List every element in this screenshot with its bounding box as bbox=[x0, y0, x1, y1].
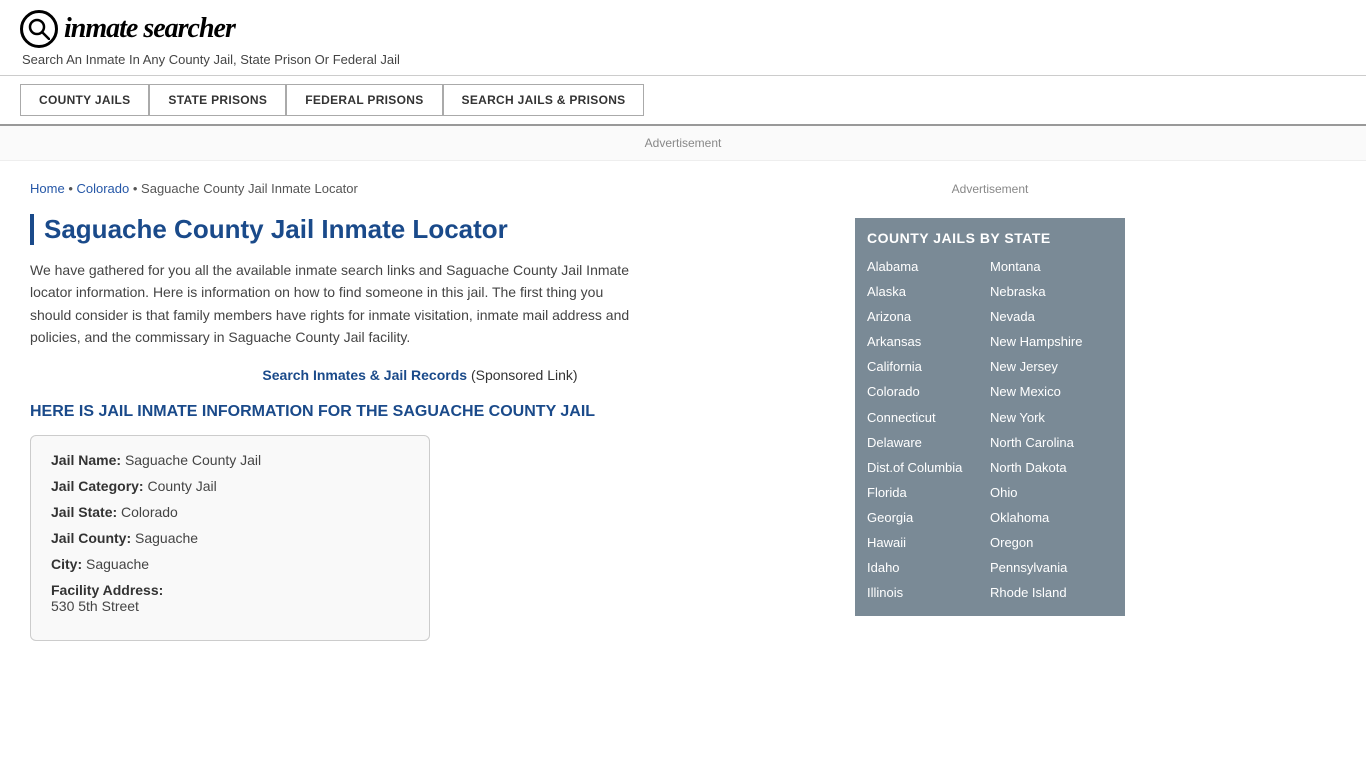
state-link[interactable]: New Mexico bbox=[990, 381, 1113, 403]
state-link[interactable]: North Dakota bbox=[990, 457, 1113, 479]
state-link[interactable]: New Jersey bbox=[990, 356, 1113, 378]
jail-state-row: Jail State: Colorado bbox=[51, 504, 409, 520]
breadcrumb-home[interactable]: Home bbox=[30, 181, 65, 196]
state-link[interactable]: New Hampshire bbox=[990, 331, 1113, 353]
jail-city-label: City: bbox=[51, 556, 82, 572]
description-text: We have gathered for you all the availab… bbox=[30, 259, 630, 349]
jail-address-label: Facility Address: bbox=[51, 582, 163, 598]
logo-area: inmate searcher bbox=[20, 10, 1346, 48]
info-heading: HERE IS JAIL INMATE INFORMATION FOR THE … bbox=[30, 403, 810, 421]
state-link[interactable]: Arkansas bbox=[867, 331, 990, 353]
jail-name-val: Saguache County Jail bbox=[125, 452, 261, 468]
navigation: COUNTY JAILS STATE PRISONS FEDERAL PRISO… bbox=[0, 76, 1366, 126]
state-link[interactable]: Alaska bbox=[867, 281, 990, 303]
jail-state-label: Jail State: bbox=[51, 504, 117, 520]
jail-address-row: Facility Address: 530 5th Street bbox=[51, 582, 409, 614]
nav-buttons: COUNTY JAILS STATE PRISONS FEDERAL PRISO… bbox=[20, 84, 1346, 116]
state-link[interactable]: Oregon bbox=[990, 532, 1113, 554]
state-link[interactable]: Delaware bbox=[867, 432, 990, 454]
state-link[interactable]: Idaho bbox=[867, 557, 990, 579]
state-link[interactable]: New York bbox=[990, 407, 1113, 429]
jail-name-label: Jail Name: bbox=[51, 452, 121, 468]
state-link[interactable]: Oklahoma bbox=[990, 507, 1113, 529]
state-link[interactable]: Ohio bbox=[990, 482, 1113, 504]
state-link[interactable]: Dist.of Columbia bbox=[867, 457, 990, 479]
logo-text: inmate searcher bbox=[64, 13, 235, 45]
sponsored-label: (Sponsored Link) bbox=[471, 367, 578, 383]
jail-category-row: Jail Category: County Jail bbox=[51, 478, 409, 494]
page-title: Saguache County Jail Inmate Locator bbox=[30, 214, 810, 245]
nav-federal-prisons[interactable]: FEDERAL PRISONS bbox=[286, 84, 442, 116]
nav-search-jails[interactable]: SEARCH JAILS & PRISONS bbox=[443, 84, 645, 116]
content-area: Home • Colorado • Saguache County Jail I… bbox=[0, 161, 840, 661]
jail-name-row: Jail Name: Saguache County Jail bbox=[51, 452, 409, 468]
state-link[interactable]: Colorado bbox=[867, 381, 990, 403]
jail-county-row: Jail County: Saguache bbox=[51, 530, 409, 546]
jail-address-value: 530 5th Street bbox=[51, 598, 409, 614]
jail-state-val: Colorado bbox=[121, 504, 178, 520]
state-link[interactable]: Hawaii bbox=[867, 532, 990, 554]
logo-icon bbox=[20, 10, 58, 48]
right-state-col: Montana Nebraska Nevada New Hampshire New Je… bbox=[990, 256, 1113, 604]
nav-state-prisons[interactable]: STATE PRISONS bbox=[149, 84, 286, 116]
state-link[interactable]: North Carolina bbox=[990, 432, 1113, 454]
sponsored-link[interactable]: Search Inmates & Jail Records bbox=[262, 367, 467, 383]
state-link[interactable]: Nevada bbox=[990, 306, 1113, 328]
tagline: Search An Inmate In Any County Jail, Sta… bbox=[22, 52, 1346, 67]
sponsored-link-area: Search Inmates & Jail Records (Sponsored… bbox=[30, 367, 810, 383]
breadcrumb: Home • Colorado • Saguache County Jail I… bbox=[30, 181, 810, 196]
state-link[interactable]: Connecticut bbox=[867, 407, 990, 429]
state-link[interactable]: Illinois bbox=[867, 582, 990, 604]
state-link[interactable]: Nebraska bbox=[990, 281, 1113, 303]
jail-cat-val: County Jail bbox=[147, 478, 216, 494]
jail-city-val: Saguache bbox=[86, 556, 149, 572]
state-link[interactable]: Pennsylvania bbox=[990, 557, 1113, 579]
left-state-col: Alabama Alaska Arizona Arkansas California Co… bbox=[867, 256, 990, 604]
state-link[interactable]: Arizona bbox=[867, 306, 990, 328]
ad-banner: Advertisement bbox=[0, 126, 1366, 161]
jail-info-box: Jail Name: Saguache County Jail Jail Cat… bbox=[30, 435, 430, 641]
header: inmate searcher Search An Inmate In Any … bbox=[0, 0, 1366, 76]
breadcrumb-state[interactable]: Colorado bbox=[76, 181, 129, 196]
breadcrumb-current: Saguache County Jail Inmate Locator bbox=[141, 181, 358, 196]
sidebar: Advertisement COUNTY JAILS BY STATE Alab… bbox=[840, 161, 1140, 661]
state-box-title: COUNTY JAILS BY STATE bbox=[867, 230, 1113, 246]
state-link[interactable]: Rhode Island bbox=[990, 582, 1113, 604]
state-box: COUNTY JAILS BY STATE Alabama Alaska Arizo… bbox=[855, 218, 1125, 616]
state-link[interactable]: California bbox=[867, 356, 990, 378]
state-link[interactable]: Montana bbox=[990, 256, 1113, 278]
jail-city-row: City: Saguache bbox=[51, 556, 409, 572]
state-link[interactable]: Florida bbox=[867, 482, 990, 504]
state-columns: Alabama Alaska Arizona Arkansas California Co… bbox=[867, 256, 1113, 604]
jail-county-val: Saguache bbox=[135, 530, 198, 546]
nav-county-jails[interactable]: COUNTY JAILS bbox=[20, 84, 149, 116]
state-link[interactable]: Alabama bbox=[867, 256, 990, 278]
jail-category-label: Jail Category: bbox=[51, 478, 144, 494]
main-layout: Home • Colorado • Saguache County Jail I… bbox=[0, 161, 1366, 661]
sidebar-ad: Advertisement bbox=[855, 176, 1125, 202]
jail-county-label: Jail County: bbox=[51, 530, 131, 546]
state-link[interactable]: Georgia bbox=[867, 507, 990, 529]
